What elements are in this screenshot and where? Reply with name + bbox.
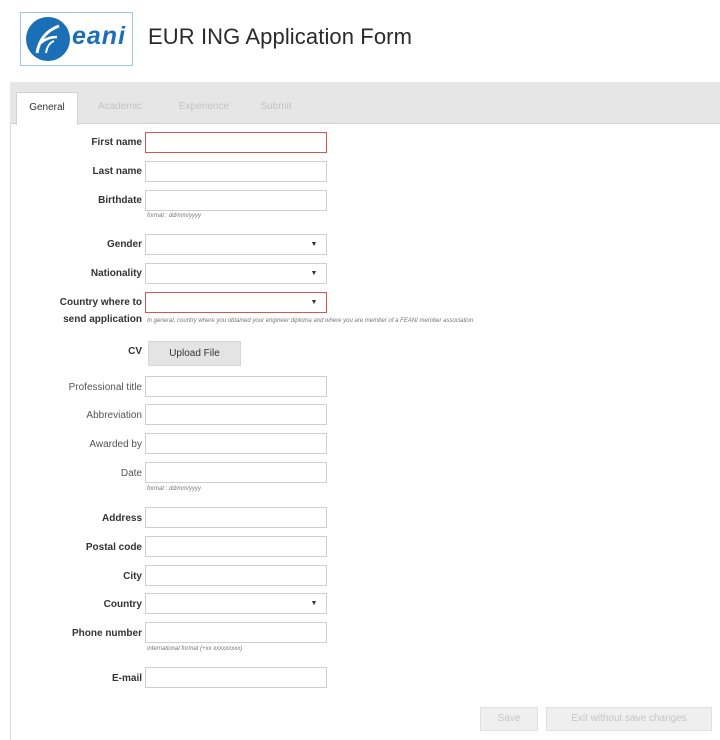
chevron-down-icon[interactable]: ▼ bbox=[302, 293, 326, 312]
tab-submit[interactable]: Submit bbox=[251, 92, 301, 124]
address-label: Address bbox=[101, 513, 142, 524]
header: eani EUR ING Application Form bbox=[0, 0, 720, 82]
tab-general[interactable]: General bbox=[16, 92, 78, 125]
birthdate-label: Birthdate bbox=[98, 195, 142, 206]
country-send-hint: In general, country where you obtained y… bbox=[147, 318, 474, 324]
chevron-down-icon[interactable]: ▼ bbox=[302, 264, 326, 283]
last-name-input[interactable] bbox=[145, 161, 327, 182]
save-button[interactable]: Save bbox=[480, 707, 538, 731]
country-send-select[interactable]: ▼ bbox=[145, 292, 327, 313]
email-input[interactable] bbox=[145, 667, 327, 688]
tab-experience[interactable]: Experience bbox=[165, 92, 243, 124]
date-label: Date bbox=[120, 468, 142, 479]
city-label: City bbox=[123, 571, 142, 582]
awarded-by-label: Awarded by bbox=[89, 439, 142, 450]
chevron-down-icon[interactable]: ▼ bbox=[302, 235, 326, 254]
birthdate-input[interactable] bbox=[145, 190, 327, 211]
nationality-select[interactable]: ▼ bbox=[145, 263, 327, 284]
chevron-down-icon[interactable]: ▼ bbox=[302, 594, 326, 613]
phone-input[interactable] bbox=[145, 622, 327, 643]
upload-file-button[interactable]: Upload File bbox=[148, 341, 241, 366]
date-hint: format : dd/mm/yyyy bbox=[147, 486, 202, 492]
birthdate-hint: format : dd/mm/yyyy bbox=[147, 213, 202, 219]
form-left-border bbox=[10, 124, 11, 740]
awarded-by-input[interactable] bbox=[145, 433, 327, 454]
country-send-label-line1: Country where to bbox=[59, 297, 142, 308]
tab-bar: General Academic Experience Submit bbox=[10, 82, 720, 125]
date-input[interactable] bbox=[145, 462, 327, 483]
city-input[interactable] bbox=[145, 565, 327, 586]
postal-code-input[interactable] bbox=[145, 536, 327, 557]
logo-text: eani bbox=[72, 22, 127, 50]
professional-title-input[interactable] bbox=[145, 376, 327, 397]
page-title: EUR ING Application Form bbox=[148, 24, 413, 49]
professional-title-label: Professional title bbox=[68, 382, 142, 393]
email-label: E-mail bbox=[111, 673, 142, 684]
cv-label: CV bbox=[128, 346, 142, 357]
gender-select[interactable]: ▼ bbox=[145, 234, 327, 255]
gender-label: Gender bbox=[106, 239, 142, 250]
exit-without-save-button[interactable]: Exit without save changes bbox=[546, 707, 712, 731]
country-select[interactable]: ▼ bbox=[145, 593, 327, 614]
tab-academic[interactable]: Academic bbox=[84, 92, 156, 124]
phone-hint: international format (+xx xxxxxxxxx) bbox=[147, 646, 243, 652]
country-label: Country bbox=[103, 599, 142, 610]
feani-logo: eani bbox=[20, 12, 133, 66]
first-name-label: First name bbox=[91, 137, 142, 148]
phone-label: Phone number bbox=[71, 628, 142, 639]
first-name-input[interactable] bbox=[145, 132, 327, 153]
postal-code-label: Postal code bbox=[85, 542, 142, 553]
abbreviation-input[interactable] bbox=[145, 404, 327, 425]
abbreviation-label: Abbreviation bbox=[86, 410, 142, 421]
last-name-label: Last name bbox=[92, 166, 142, 177]
nationality-label: Nationality bbox=[90, 268, 142, 279]
address-input[interactable] bbox=[145, 507, 327, 528]
country-send-label-line2: send application bbox=[63, 314, 142, 325]
